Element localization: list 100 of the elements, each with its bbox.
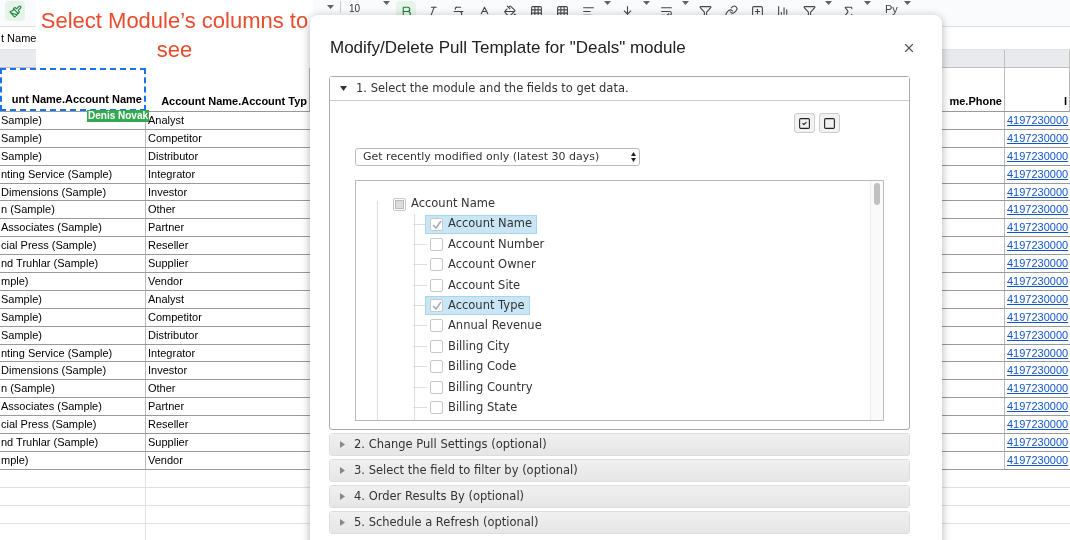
- checkbox[interactable]: [430, 380, 443, 394]
- formula-bar-text: t Name: [0, 30, 37, 46]
- tree-node[interactable]: Billing City: [448, 337, 510, 355]
- record-link[interactable]: 4197230000: [1005, 418, 1069, 431]
- tree-node[interactable]: Account Number: [448, 235, 545, 253]
- close-button[interactable]: [902, 41, 916, 55]
- record-link[interactable]: 4197230000: [1005, 328, 1069, 341]
- record-link[interactable]: 4197230000: [1005, 221, 1069, 234]
- table-cell: nd Truhlar (Sample): [0, 434, 146, 451]
- table-cell-text: Supplier: [147, 256, 190, 272]
- table-cell-text: Competitor: [147, 130, 203, 146]
- table-cell: Sample): [0, 326, 146, 344]
- caret-icon: [643, 1, 650, 5]
- record-link[interactable]: 4197230000: [1005, 275, 1069, 287]
- annotation-callout: Select Module’s columns to see: [36, 0, 313, 68]
- section-header[interactable]: 5. Schedule a Refresh (optional): [330, 512, 909, 533]
- checkbox[interactable]: [430, 339, 443, 353]
- checkbox[interactable]: [393, 197, 406, 211]
- column-header-cell[interactable]: I: [1005, 68, 1070, 111]
- checkbox[interactable]: [430, 278, 443, 292]
- table-cell-text: Vendor: [147, 452, 184, 468]
- record-link[interactable]: 4197230000: [1005, 114, 1069, 126]
- collapse-triangle-icon: [340, 493, 345, 500]
- check-all-button[interactable]: [794, 113, 815, 133]
- caret-icon: [383, 1, 390, 5]
- checkbox[interactable]: [430, 258, 443, 272]
- record-link[interactable]: 4197230000: [1005, 239, 1069, 252]
- section-header[interactable]: 2. Change Pull Settings (optional): [330, 434, 909, 455]
- checkbox[interactable]: [430, 237, 443, 251]
- table-cell: mple): [0, 273, 146, 290]
- tree-node[interactable]: Account Site: [448, 276, 521, 294]
- tree-node[interactable]: Billing Country: [448, 378, 533, 396]
- check-square-icon: [798, 116, 811, 130]
- section-header[interactable]: 1. Select the module and the fields to get data.: [330, 77, 909, 101]
- input-tools-button[interactable]: Py: [885, 3, 898, 15]
- record-link[interactable]: 4197230000: [1005, 400, 1069, 413]
- table-cell-text: Supplier: [147, 435, 190, 451]
- font-size-field[interactable]: 10: [347, 3, 377, 15]
- square-icon: [823, 116, 836, 130]
- collapse-triangle-icon: [340, 467, 345, 474]
- table-cell: nd Truhlar (Sample): [0, 255, 146, 272]
- table-cell: nting Service (Sample): [0, 344, 146, 362]
- tree-node[interactable]: Annual Revenue: [448, 317, 542, 335]
- record-link[interactable]: 4197230000: [1005, 310, 1069, 323]
- caret-icon: [864, 1, 871, 5]
- checkbox[interactable]: [430, 401, 443, 414]
- table-cell-text: Investor: [147, 184, 189, 200]
- record-link[interactable]: 4197230000: [1005, 185, 1069, 198]
- record-link[interactable]: 4197230000: [1005, 203, 1069, 216]
- table-cell: cial Press (Sample): [0, 416, 146, 434]
- table-cell: Associates (Sample): [0, 398, 146, 416]
- table-cell-text: Vendor: [147, 274, 184, 289]
- record-link[interactable]: 4197230000: [1005, 364, 1069, 377]
- table-cell: Sample): [0, 129, 146, 147]
- caret-icon: [825, 1, 832, 5]
- checkbox[interactable]: [430, 319, 443, 333]
- table-cell-text: Reseller: [147, 417, 190, 433]
- table-cell-text: Partner: [147, 220, 186, 236]
- record-link[interactable]: 4197230000: [1005, 167, 1069, 180]
- record-link[interactable]: 4197230000: [1005, 382, 1069, 395]
- scrollbar[interactable]: [870, 181, 883, 420]
- record-link[interactable]: 4197230000: [1005, 292, 1069, 305]
- dialog-title: Modify/Delete Pull Template for "Deals" module: [330, 37, 686, 60]
- record-link[interactable]: 4197230000: [1005, 149, 1069, 162]
- table-cell-text: Other: [147, 381, 177, 397]
- table-cell: Dimensions (Sample): [0, 362, 146, 380]
- tree-node[interactable]: Billing State: [448, 398, 518, 417]
- record-link[interactable]: 4197230000: [1005, 453, 1069, 466]
- table-cell-text: Integrator: [147, 345, 197, 361]
- record-link[interactable]: 4197230000: [1005, 346, 1069, 359]
- table-cell-text: Integrator: [147, 166, 197, 182]
- checkbox[interactable]: [430, 360, 443, 374]
- table-cell-text: Competitor: [147, 309, 203, 325]
- table-cell: Associates (Sample): [0, 219, 146, 237]
- record-link[interactable]: 4197230000: [1005, 436, 1069, 449]
- record-link[interactable]: 4197230000: [1005, 257, 1069, 270]
- table-cell-text: Reseller: [147, 238, 190, 254]
- table-cell: n (Sample): [0, 380, 146, 398]
- section-header[interactable]: 3. Select the field to filter by (optional): [330, 460, 909, 481]
- table-cell: Dimensions (Sample): [0, 183, 146, 201]
- section-header[interactable]: 4. Order Results By (optional): [330, 486, 909, 507]
- checkbox[interactable]: [430, 217, 443, 231]
- record-link[interactable]: 4197230000: [1005, 131, 1069, 144]
- table-cell: Sample): [0, 147, 146, 165]
- tree-node[interactable]: Billing Code: [448, 358, 517, 376]
- expand-triangle-icon: [340, 86, 347, 91]
- table-cell: Sample): [0, 290, 146, 308]
- tree-node[interactable]: Account Name: [411, 195, 495, 213]
- stepper-icon: [631, 152, 636, 162]
- table-cell-text: Analyst: [147, 291, 186, 307]
- checkbox[interactable]: [430, 299, 443, 313]
- caret-icon: [903, 1, 911, 5]
- caret-icon: [327, 5, 334, 9]
- table-cell-text: Other: [147, 202, 177, 218]
- uncheck-all-button[interactable]: [819, 113, 840, 133]
- mode-select[interactable]: Get recently modified only (latest 30 days): [355, 148, 640, 166]
- collaborator-tag: Denis Novak: [87, 110, 150, 122]
- tree-node[interactable]: Account Owner: [448, 256, 536, 274]
- paint-format-icon[interactable]: [5, 1, 25, 21]
- table-cell-text: Distributor: [147, 327, 200, 343]
